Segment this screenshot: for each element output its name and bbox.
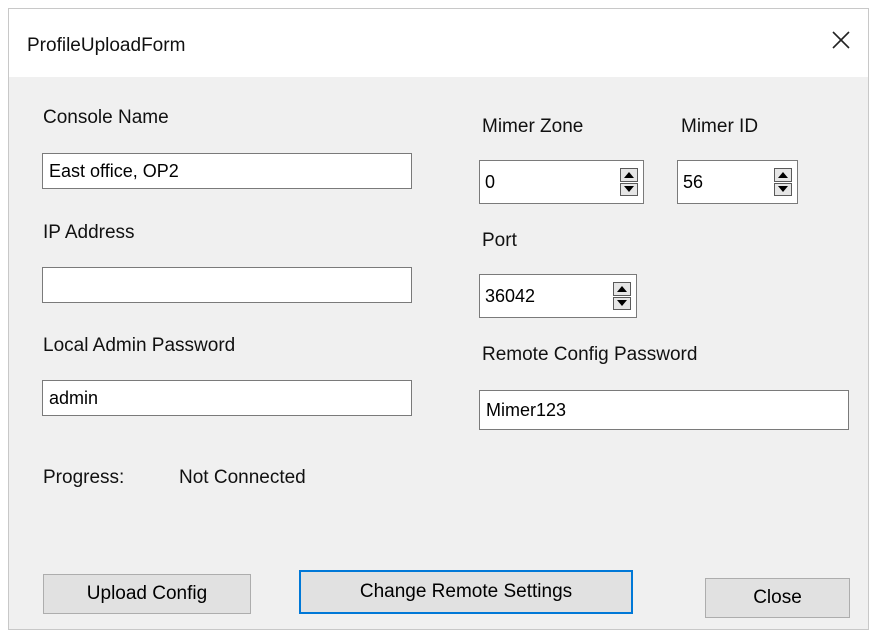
port-label: Port xyxy=(482,230,517,251)
port-down-button[interactable] xyxy=(613,296,631,310)
local-admin-password-input[interactable] xyxy=(42,380,412,416)
mimer-zone-label: Mimer Zone xyxy=(482,116,584,137)
port-stepper[interactable] xyxy=(479,274,637,318)
window-close-button[interactable] xyxy=(824,23,858,57)
mimer-zone-up-button[interactable] xyxy=(620,168,638,182)
ip-address-label: IP Address xyxy=(43,222,135,243)
triangle-down-icon xyxy=(617,300,627,307)
triangle-up-icon xyxy=(617,285,627,292)
local-admin-password-label: Local Admin Password xyxy=(43,335,236,356)
triangle-down-icon xyxy=(624,186,634,193)
triangle-up-icon xyxy=(778,171,788,178)
mimer-id-input[interactable] xyxy=(678,161,767,203)
port-spin-buttons xyxy=(613,282,631,310)
upload-config-button[interactable]: Upload Config xyxy=(43,574,251,614)
window-title: ProfileUploadForm xyxy=(27,35,186,56)
port-input[interactable] xyxy=(480,275,606,317)
port-up-button[interactable] xyxy=(613,282,631,296)
title-bar: ProfileUploadForm xyxy=(9,9,868,77)
profile-upload-window: ProfileUploadForm Console Name IP Addres… xyxy=(8,8,869,630)
close-icon xyxy=(832,31,850,49)
mimer-id-label: Mimer ID xyxy=(681,116,759,137)
change-remote-settings-button[interactable]: Change Remote Settings xyxy=(299,570,633,614)
mimer-zone-stepper[interactable] xyxy=(479,160,644,204)
ip-address-input[interactable] xyxy=(42,267,412,303)
close-button[interactable]: Close xyxy=(705,578,850,618)
mimer-zone-input[interactable] xyxy=(480,161,613,203)
mimer-id-stepper[interactable] xyxy=(677,160,798,204)
mimer-id-spin-buttons xyxy=(774,168,792,196)
triangle-down-icon xyxy=(778,186,788,193)
mimer-zone-spin-buttons xyxy=(620,168,638,196)
mimer-zone-down-button[interactable] xyxy=(620,182,638,196)
mimer-id-up-button[interactable] xyxy=(774,168,792,182)
progress-status: Not Connected xyxy=(179,467,306,488)
mimer-id-down-button[interactable] xyxy=(774,182,792,196)
remote-config-password-label: Remote Config Password xyxy=(482,344,698,365)
remote-config-password-input[interactable] xyxy=(479,390,849,430)
console-name-label: Console Name xyxy=(43,107,169,128)
progress-label: Progress: xyxy=(43,467,125,488)
console-name-input[interactable] xyxy=(42,153,412,189)
triangle-up-icon xyxy=(624,171,634,178)
